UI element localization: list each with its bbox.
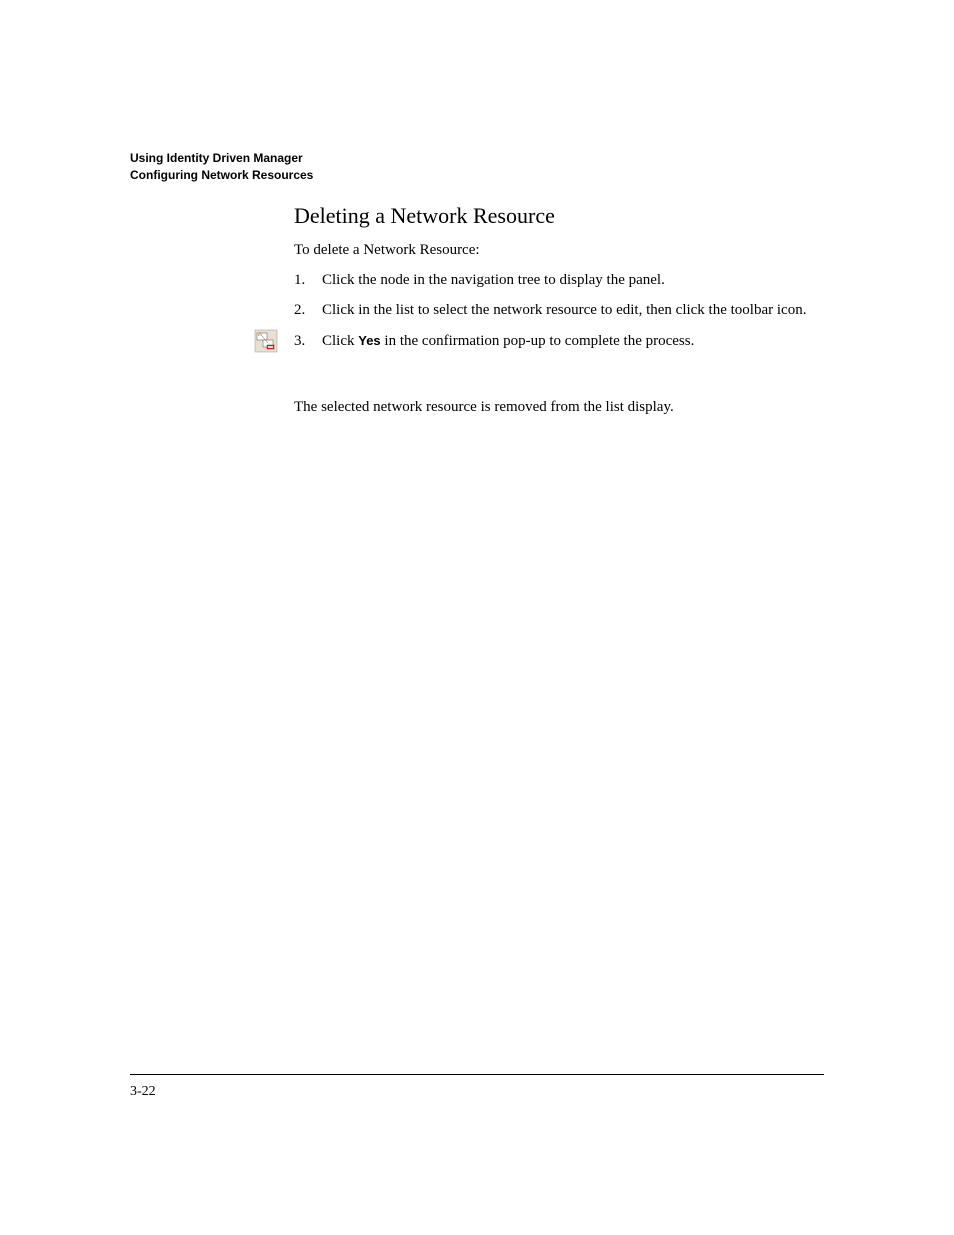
step-content: Click in the list to select the network … [322, 300, 824, 320]
header-line-2: Configuring Network Resources [130, 167, 313, 184]
text-fragment: panel. [629, 272, 665, 288]
section-title: Deleting a Network Resource [294, 203, 555, 229]
text-fragment: Click [322, 333, 358, 349]
text-fragment: Click in the list to select the network … [322, 302, 731, 318]
text-fragment: node in the navigation tree to display t… [380, 272, 628, 288]
page-header: Using Identity Driven Manager Configurin… [130, 150, 313, 184]
step-number: 3. [294, 331, 322, 351]
text-fragment: Click the [322, 272, 380, 288]
page-number: 3-22 [130, 1084, 156, 1100]
intro-text: To delete a Network Resource: [294, 242, 480, 259]
step-3: 3. Click Yes in the confirmation pop-up … [294, 331, 824, 351]
step-1: 1. Click the node in the navigation tree… [294, 270, 824, 290]
step-content: Click Yes in the confirmation pop-up to … [322, 331, 824, 351]
footer-divider [130, 1074, 824, 1075]
text-fragment: in the confirmation pop-up to complete t… [381, 333, 695, 349]
delete-resource-icon [254, 329, 278, 353]
step-number: 1. [294, 270, 322, 290]
yes-label: Yes [358, 333, 380, 348]
steps-list: 1. Click the node in the navigation tree… [294, 270, 824, 361]
text-fragment: toolbar icon. [731, 302, 807, 318]
text-fragment: The selected network resource is removed… [294, 399, 606, 415]
closing-paragraph: The selected network resource is removed… [294, 397, 824, 417]
header-line-1: Using Identity Driven Manager [130, 150, 313, 167]
step-2: 2. Click in the list to select the netwo… [294, 300, 824, 320]
text-fragment: list display. [606, 399, 674, 415]
step-content: Click the node in the navigation tree to… [322, 270, 824, 290]
step-number: 2. [294, 300, 322, 320]
